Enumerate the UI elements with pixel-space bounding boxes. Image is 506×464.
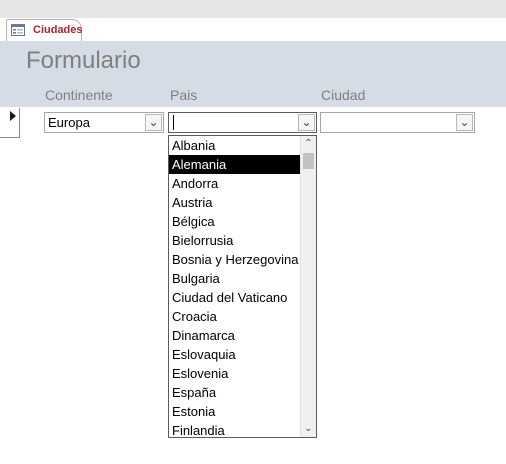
text-caret [173,115,174,130]
tab-ciudades[interactable]: Ciudades [6,19,83,41]
list-item[interactable]: Austria [169,193,300,212]
list-item[interactable]: Alemania [169,155,300,174]
list-item[interactable]: España [169,383,300,402]
label-continente: Continente [45,87,113,103]
list-item[interactable]: Eslovaquia [169,345,300,364]
list-item[interactable]: Bielorrusia [169,231,300,250]
dropdown-items: Albania Alemania Andorra Austria Bélgica… [169,136,300,437]
chevron-down-icon: ⌄ [148,115,159,129]
scroll-down-icon[interactable]: ⌄ [301,421,316,437]
list-item[interactable]: Albania [169,136,300,155]
continente-value: Europa [48,115,90,130]
scrollbar-thumb[interactable] [303,153,314,169]
label-ciudad: Ciudad [321,87,366,103]
ciudad-combo[interactable]: ⌄ [320,112,475,133]
list-item[interactable]: Bulgaria [169,269,300,288]
form-icon [11,24,25,36]
continente-dropdown-button[interactable]: ⌄ [145,114,162,131]
list-item[interactable]: Andorra [169,174,300,193]
list-item[interactable]: Finlandia [169,421,300,437]
list-item[interactable]: Ciudad del Vaticano [169,288,300,307]
pais-combo[interactable]: ⌄ [168,112,317,133]
list-item[interactable]: Bélgica [169,212,300,231]
chevron-down-icon: ⌄ [459,115,470,129]
scroll-up-icon[interactable]: ⌃ [301,136,316,152]
pais-dropdown-button[interactable]: ⌄ [298,114,315,131]
current-record-arrow-icon [10,111,16,121]
label-pais: Pais [170,87,198,103]
title-bar-strip [0,0,506,18]
ciudad-dropdown-button[interactable]: ⌄ [456,114,473,131]
form-title: Formulario [26,47,141,74]
chevron-down-icon: ⌄ [301,115,312,129]
list-item[interactable]: Estonia [169,402,300,421]
list-item[interactable]: Eslovenia [169,364,300,383]
list-item[interactable]: Croacia [169,307,300,326]
continente-combo[interactable]: Europa ⌄ [44,112,164,133]
pais-dropdown-list[interactable]: Albania Alemania Andorra Austria Bélgica… [168,135,317,438]
list-item[interactable]: Bosnia y Herzegovina [169,250,300,269]
tab-label: Ciudades [33,24,83,36]
list-item[interactable]: Dinamarca [169,326,300,345]
dropdown-scrollbar[interactable]: ⌃ ⌄ [300,136,316,437]
